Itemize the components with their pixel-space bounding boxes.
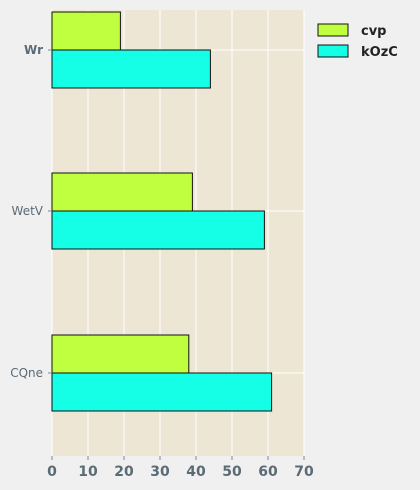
x-tick-label-50: 50 [222,464,242,480]
y-tick-label-CQne: CQne [10,366,43,380]
legend-label-kozc: kOzC [361,45,398,60]
bar-kOzC-WetV [51,210,265,250]
x-tick-label-20: 20 [114,464,134,480]
x-tick-label-60: 60 [258,464,278,480]
x-tick-label-30: 30 [150,464,170,480]
legend-label-cvp: cvp [361,24,387,39]
legend: cvp kOzC [317,23,398,60]
y-axis-ticks: Wr WetV CQne [10,43,52,380]
legend-swatch-cvp [317,23,349,37]
bar-chart: Wr WetV CQne 0 10 20 30 40 50 60 70 cvp kOzC [10,10,398,480]
bar-cvp-CQne [51,334,190,374]
y-tick-label-WetV: WetV [12,204,44,218]
legend-swatch-kozc [317,44,349,58]
x-tick-label-0: 0 [47,464,57,480]
x-axis-ticks: 0 10 20 30 40 50 60 70 [47,456,314,480]
bar-cvp-WetV [51,172,193,212]
bar-kOzC-Wr [51,49,211,89]
x-tick-label-40: 40 [186,464,206,480]
y-tick-label-Wr: Wr [24,43,43,57]
x-tick-label-10: 10 [78,464,98,480]
x-tick-label-70: 70 [294,464,314,480]
bar-cvp-Wr [51,11,121,51]
bar-kOzC-CQne [51,372,273,412]
